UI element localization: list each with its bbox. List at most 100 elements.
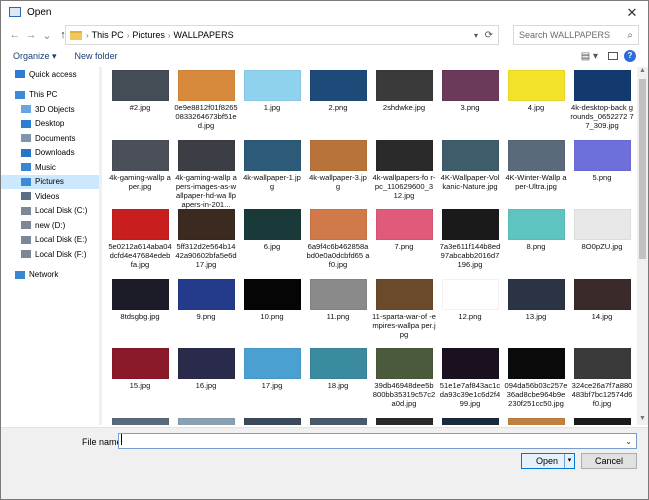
open-button[interactable]: Open ▾: [521, 453, 575, 469]
file-item[interactable]: 12.png: [437, 276, 503, 346]
scroll-up-icon[interactable]: ▲: [637, 67, 648, 77]
file-item[interactable]: 7a3e611f144b8ed 97abcabb2016d7 196.jpg: [437, 206, 503, 276]
file-thumbnail: [243, 417, 301, 425]
file-item[interactable]: 4K-Winter-Wallp aper-Ultra.jpg: [503, 137, 569, 207]
file-item[interactable]: 16.jpg: [173, 345, 239, 415]
file-name: 8.png: [526, 242, 546, 251]
sidebar-item-label: This PC: [29, 90, 58, 100]
file-item[interactable]: 17.jpg: [239, 345, 305, 415]
file-name-input[interactable]: ⌄: [118, 433, 637, 449]
breadcrumb-wallpapers[interactable]: WALLPAPERS: [174, 30, 234, 40]
file-item[interactable]: 4K-Wallpaper-Vol kanic-Nature.jpg: [437, 137, 503, 207]
computer-icon: [15, 90, 25, 99]
file-item[interactable]: 9.png: [173, 276, 239, 346]
scroll-down-icon[interactable]: ▼: [637, 415, 648, 425]
file-item[interactable]: [173, 415, 239, 425]
close-icon[interactable]: ✕: [624, 5, 640, 21]
file-item[interactable]: 6a9f4c6b462858a bd0e0a0dcbfd65 af0.jpg: [305, 206, 371, 276]
file-item[interactable]: 4k-desktop-back grounds_0652272 77_309.j…: [569, 67, 635, 137]
file-item[interactable]: 4k-wallpapers-fo r-pc_110629600_3 12.jpg: [371, 137, 437, 207]
file-item[interactable]: [107, 415, 173, 425]
file-item[interactable]: 5e0212a614aba04 dcfd4e47684edeb fa.jpg: [107, 206, 173, 276]
refresh-icon[interactable]: ⟳: [485, 30, 493, 41]
file-item[interactable]: [305, 415, 371, 425]
file-item[interactable]: [569, 415, 635, 425]
file-item[interactable]: 18.jpg: [305, 345, 371, 415]
view-options-icon[interactable]: ▤ ▾: [581, 51, 598, 62]
sidebar-item[interactable]: Local Disk (C:): [1, 204, 99, 219]
file-item[interactable]: 324ce26a7f7a880 483bf7bc12574d6 f0.jpg: [569, 345, 635, 415]
file-item[interactable]: 4k-gaming-wallp apers-images-as-wallpape…: [173, 137, 239, 209]
file-item[interactable]: 6.jpg: [239, 206, 305, 276]
file-item[interactable]: 4k-wallpaper-1.jp g: [239, 137, 305, 207]
file-thumbnail: [177, 278, 235, 310]
sidebar-item[interactable]: Music: [1, 160, 99, 175]
file-item[interactable]: 2.png: [305, 67, 371, 137]
file-item[interactable]: 2shdwke.jpg: [371, 67, 437, 137]
file-item[interactable]: 15.jpg: [107, 345, 173, 415]
sidebar-item[interactable]: new (D:): [1, 218, 99, 233]
forward-button[interactable]: →: [23, 29, 39, 41]
sidebar-item[interactable]: Quick access: [1, 67, 99, 82]
file-item[interactable]: 11.png: [305, 276, 371, 346]
cancel-button[interactable]: Cancel: [581, 453, 637, 469]
address-dropdown-icon[interactable]: ▾: [474, 31, 478, 40]
file-item[interactable]: 11-sparta-war-of -empires-wallpa per.jpg: [371, 276, 437, 346]
sidebar-item[interactable]: Local Disk (F:): [1, 247, 99, 262]
file-item[interactable]: 5.png: [569, 137, 635, 207]
file-name: 4k-desktop-back grounds_0652272 77_309.j…: [570, 103, 634, 130]
file-item[interactable]: 14.jpg: [569, 276, 635, 346]
sidebar-item[interactable]: Pictures: [1, 174, 99, 189]
file-item[interactable]: 8.png: [503, 206, 569, 276]
file-item[interactable]: 4.jpg: [503, 67, 569, 137]
new-folder-button[interactable]: New folder: [75, 51, 118, 61]
file-item[interactable]: #2.jpg: [107, 67, 173, 137]
sidebar-item[interactable]: Desktop: [1, 117, 99, 132]
file-item[interactable]: [503, 415, 569, 425]
search-input[interactable]: Search WALLPAPERS ⌕: [513, 25, 639, 45]
sidebar-item[interactable]: Downloads: [1, 146, 99, 161]
file-item[interactable]: 8O0pZU.jpg: [569, 206, 635, 276]
sidebar-item[interactable]: Local Disk (E:): [1, 233, 99, 248]
file-item[interactable]: 5ff312d2e564b14 42a90602bfa5e6d 17.jpg: [173, 206, 239, 276]
file-name: 16.jpg: [195, 381, 217, 390]
file-item[interactable]: 39db46948dee5b 800bb35319c57c2 a0d.jpg: [371, 345, 437, 415]
scroll-thumb[interactable]: [639, 79, 646, 259]
preview-pane-icon[interactable]: [608, 52, 618, 60]
recent-locations-button[interactable]: ⌄: [39, 29, 55, 42]
file-item[interactable]: 4k-wallpaper-3.jp g: [305, 137, 371, 207]
file-item[interactable]: 094da56b03c257e 36ad8cbe964b9e 230f251cc…: [503, 345, 569, 415]
file-item[interactable]: 3.png: [437, 67, 503, 137]
file-item[interactable]: 7.png: [371, 206, 437, 276]
sidebar-item[interactable]: Videos: [1, 189, 99, 204]
breadcrumb-this-pc[interactable]: This PC: [92, 30, 124, 40]
address-bar[interactable]: › This PC › Pictures › WALLPAPERS ▾ ⟳: [65, 25, 499, 45]
sidebar-item[interactable]: This PC: [1, 88, 99, 103]
navigation-pane-scrollbar[interactable]: [99, 67, 102, 425]
file-item[interactable]: 4k-gaming-wallp aper.jpg: [107, 137, 173, 207]
breadcrumb-separator: ›: [86, 30, 89, 40]
file-item[interactable]: [371, 415, 437, 425]
file-item[interactable]: 13.jpg: [503, 276, 569, 346]
help-icon[interactable]: ?: [624, 50, 636, 62]
file-thumbnail: [309, 70, 367, 101]
file-thumbnail: [309, 139, 367, 171]
file-item[interactable]: 8tdsgbg.jpg: [107, 276, 173, 346]
organize-button[interactable]: Organize ▾: [13, 51, 57, 62]
sidebar-item[interactable]: 3D Objects: [1, 102, 99, 117]
file-item[interactable]: [437, 415, 503, 425]
file-thumbnail: [111, 70, 169, 101]
sidebar-item[interactable]: Network: [1, 268, 99, 283]
sidebar-item[interactable]: Documents: [1, 131, 99, 146]
file-item[interactable]: 10.png: [239, 276, 305, 346]
breadcrumb-pictures[interactable]: Pictures: [132, 30, 165, 40]
vertical-scrollbar[interactable]: ▲ ▼: [637, 67, 648, 425]
back-button[interactable]: ←: [7, 29, 23, 41]
file-item[interactable]: 1.jpg: [239, 67, 305, 137]
open-dropdown-icon[interactable]: ▾: [564, 454, 574, 468]
file-thumbnail: [309, 278, 367, 310]
file-item[interactable]: 51e1e7af843ac1c da93c39e1c6d2f4 99.jpg: [437, 345, 503, 415]
file-item[interactable]: 0e9e8812f01f8265 0833264673bf51e d.jpg: [173, 67, 239, 137]
file-name-dropdown-icon[interactable]: ⌄: [625, 437, 632, 446]
file-item[interactable]: [239, 415, 305, 425]
